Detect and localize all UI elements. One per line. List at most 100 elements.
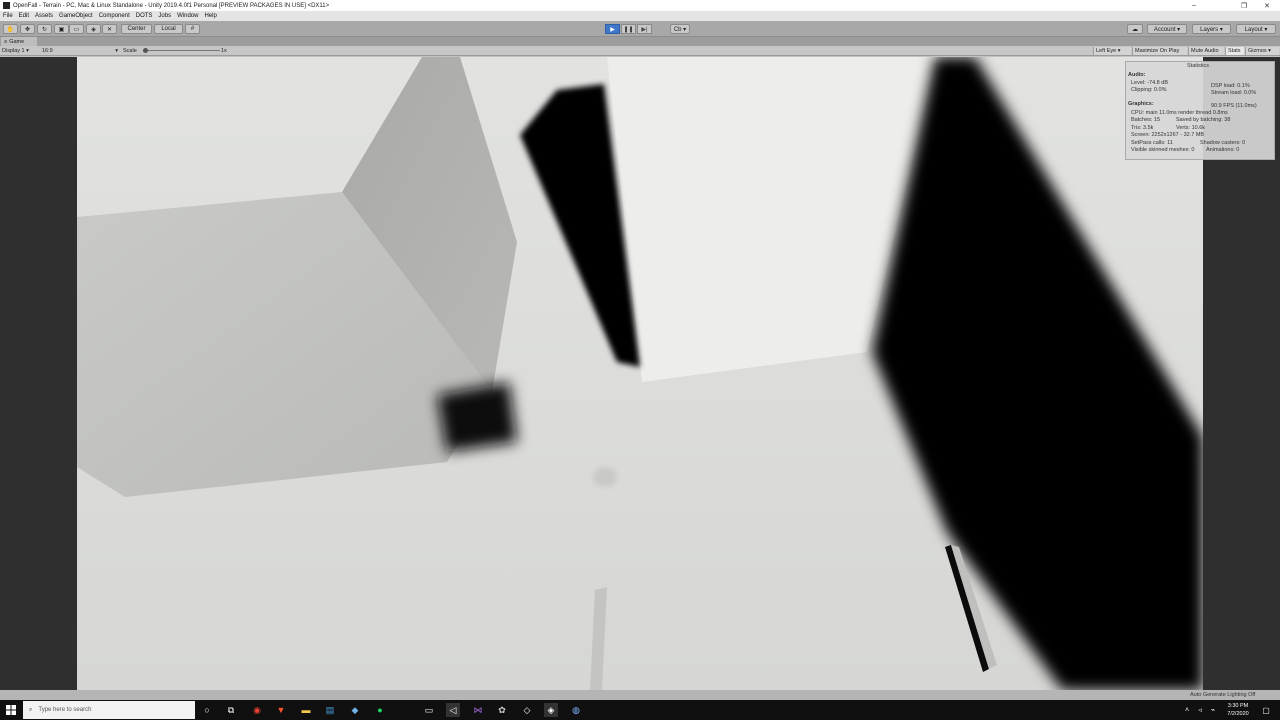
menu-jobs[interactable]: Jobs: [158, 13, 171, 19]
stats-stream-load: Stream load: 0.0%: [1211, 90, 1257, 96]
file-explorer-icon[interactable]: ▬: [299, 703, 313, 717]
rotate-tool-icon[interactable]: ↻: [37, 24, 52, 34]
stats-screen: Screen: 2252x1267 - 32.7 MB: [1131, 132, 1205, 138]
task-view-icon[interactable]: ⧉: [224, 703, 238, 717]
chevron-down-icon: ▾: [115, 48, 118, 54]
system-clock[interactable]: 3:30 PM 7/2/2020: [1222, 702, 1254, 718]
transform-tool-icon[interactable]: ◈: [86, 24, 101, 34]
pause-button[interactable]: ❚❚: [621, 24, 636, 34]
pivot-local-toggle[interactable]: Local: [154, 24, 183, 34]
hand-tool-icon[interactable]: ✋: [3, 24, 18, 34]
taskbar-search-input[interactable]: ⌕ Type here to search: [23, 701, 195, 719]
collab-dropdown[interactable]: Cb ▾: [670, 24, 690, 34]
layers-dropdown[interactable]: Layers ▾: [1192, 24, 1231, 34]
minimize-button[interactable]: –: [1183, 0, 1205, 11]
tray-expand-icon[interactable]: ˄: [1180, 703, 1194, 717]
tab-game-label: Game: [9, 38, 25, 45]
account-dropdown[interactable]: Account ▾: [1147, 24, 1187, 34]
visual-studio-icon[interactable]: ⋈: [471, 703, 485, 717]
statistics-panel: Statistics Audio: Level: -74.8 dB DSP lo…: [1125, 61, 1275, 160]
maximize-on-play-toggle[interactable]: Maximize On Play: [1132, 47, 1187, 55]
snap-icon[interactable]: #: [185, 24, 200, 34]
window-title: OpenFall - Terrain - PC, Mac & Linux Sta…: [13, 2, 330, 9]
lighting-status[interactable]: Auto Generate Lighting Off: [1190, 692, 1255, 698]
scale-label: Scale: [123, 48, 137, 54]
aspect-dropdown[interactable]: 16:9 ▾: [42, 46, 118, 56]
stats-tris: Tris: 3.5k: [1131, 125, 1154, 131]
aspect-label: 16:9: [42, 48, 53, 54]
eye-dropdown[interactable]: Left Eye ▾: [1093, 47, 1131, 55]
game-viewport[interactable]: [77, 57, 1203, 690]
play-button[interactable]: ▶: [605, 24, 620, 34]
unity-editor-window: OpenFall - Terrain - PC, Mac & Linux Sta…: [0, 0, 1280, 720]
scale-tool-icon[interactable]: ▣: [54, 24, 69, 34]
unity-hub-icon[interactable]: ◁: [446, 703, 460, 717]
rect-tool-icon[interactable]: ▭: [69, 24, 84, 34]
title-bar: OpenFall - Terrain - PC, Mac & Linux Sta…: [0, 0, 1280, 11]
unity-editor-icon[interactable]: ◈: [544, 703, 558, 717]
search-placeholder: Type here to search: [38, 707, 92, 713]
menu-dots[interactable]: DOTS: [136, 13, 153, 19]
stats-setpass: SetPass calls: 11: [1131, 140, 1173, 146]
scale-slider-handle[interactable]: [143, 48, 148, 53]
layout-dropdown[interactable]: Layout ▾: [1236, 24, 1276, 34]
stats-animations: Animations: 0: [1206, 147, 1240, 153]
menu-window[interactable]: Window: [177, 13, 198, 19]
notepad-icon[interactable]: ▤: [323, 703, 337, 717]
pivot-center-toggle[interactable]: Center: [121, 24, 152, 34]
menu-bar: File Edit Assets GameObject Component DO…: [0, 11, 1280, 21]
custom-tool-icon[interactable]: ✕: [102, 24, 117, 34]
stats-saved-batching: Saved by batching: 38: [1176, 117, 1231, 123]
tab-game[interactable]: ≡ Game: [1, 37, 37, 46]
search-icon: ⌕: [29, 706, 33, 713]
blender-icon[interactable]: ◆: [348, 703, 362, 717]
display-dropdown[interactable]: Display 1 ▾: [2, 46, 38, 56]
github-desktop-icon[interactable]: ✿: [495, 703, 509, 717]
notifications-icon[interactable]: ▢: [1259, 703, 1273, 717]
close-button[interactable]: ✕: [1256, 0, 1278, 11]
display-label: Display 1: [2, 48, 25, 54]
spotify-icon[interactable]: ●: [373, 703, 387, 717]
clock-date: 7/2/2020: [1227, 711, 1249, 717]
gizmos-label: Gizmos: [1248, 48, 1267, 54]
stats-level: Level: -74.8 dB: [1131, 80, 1168, 86]
oculus-icon[interactable]: ▭: [422, 703, 436, 717]
stats-verts: Verts: 10.6k: [1176, 125, 1206, 131]
unity-icon[interactable]: ◇: [520, 703, 534, 717]
stats-toggle[interactable]: Stats: [1225, 47, 1244, 55]
network-icon[interactable]: ⌁: [1206, 703, 1220, 717]
stats-shadow-casters: Shadow casters: 0: [1200, 140, 1246, 146]
windows-taskbar: ⌕ Type here to search ○ ⧉ ◉ ▼ ▬ ▤ ◆ ● ▭ …: [0, 700, 1280, 720]
steamvr-icon[interactable]: ◍: [569, 703, 583, 717]
status-bar: Auto Generate Lighting Off: [0, 690, 1280, 700]
move-tool-icon[interactable]: ✥: [20, 24, 35, 34]
menu-assets[interactable]: Assets: [35, 13, 53, 19]
chrome-icon[interactable]: ◉: [250, 703, 264, 717]
cloud-icon[interactable]: ☁: [1127, 24, 1143, 34]
stats-dsp-load: DSP load: 0.1%: [1211, 83, 1250, 89]
maximize-button[interactable]: ❐: [1233, 0, 1255, 11]
clock-time: 3:30 PM: [1227, 703, 1249, 709]
cortana-icon[interactable]: ○: [200, 703, 214, 717]
mute-audio-toggle[interactable]: Mute Audio: [1188, 47, 1224, 55]
scene-render: [77, 57, 1203, 690]
windows-start-icon[interactable]: [0, 700, 22, 720]
stats-batches: Batches: 15: [1131, 117, 1161, 123]
step-button[interactable]: ▶|: [637, 24, 652, 34]
main-toolbar: ✋ ✥ ↻ ▣ ▭ ◈ ✕ Center Local # ▶ ❚❚ ▶| Cb …: [0, 21, 1280, 37]
unity-logo-icon: [3, 2, 10, 9]
menu-gameobject[interactable]: GameObject: [59, 13, 93, 19]
stats-skinned-meshes: Visible skinned meshes: 0: [1131, 147, 1195, 153]
volume-icon[interactable]: ◃: [1193, 703, 1207, 717]
stats-cpu: CPU: main 11.0ms render thread 0.8ms: [1131, 110, 1228, 116]
menu-help[interactable]: Help: [204, 13, 216, 19]
scale-slider-track[interactable]: [145, 50, 220, 51]
menu-edit[interactable]: Edit: [19, 13, 29, 19]
stats-fps: 90.9 FPS (11.0ms): [1211, 103, 1257, 109]
brave-icon[interactable]: ▼: [274, 703, 288, 717]
menu-component[interactable]: Component: [99, 13, 130, 19]
menu-file[interactable]: File: [3, 13, 13, 19]
gizmos-dropdown[interactable]: Gizmos ▾: [1245, 47, 1279, 55]
stats-audio-heading: Audio:: [1128, 72, 1146, 78]
stats-clipping: Clipping: 0.0%: [1131, 87, 1167, 93]
